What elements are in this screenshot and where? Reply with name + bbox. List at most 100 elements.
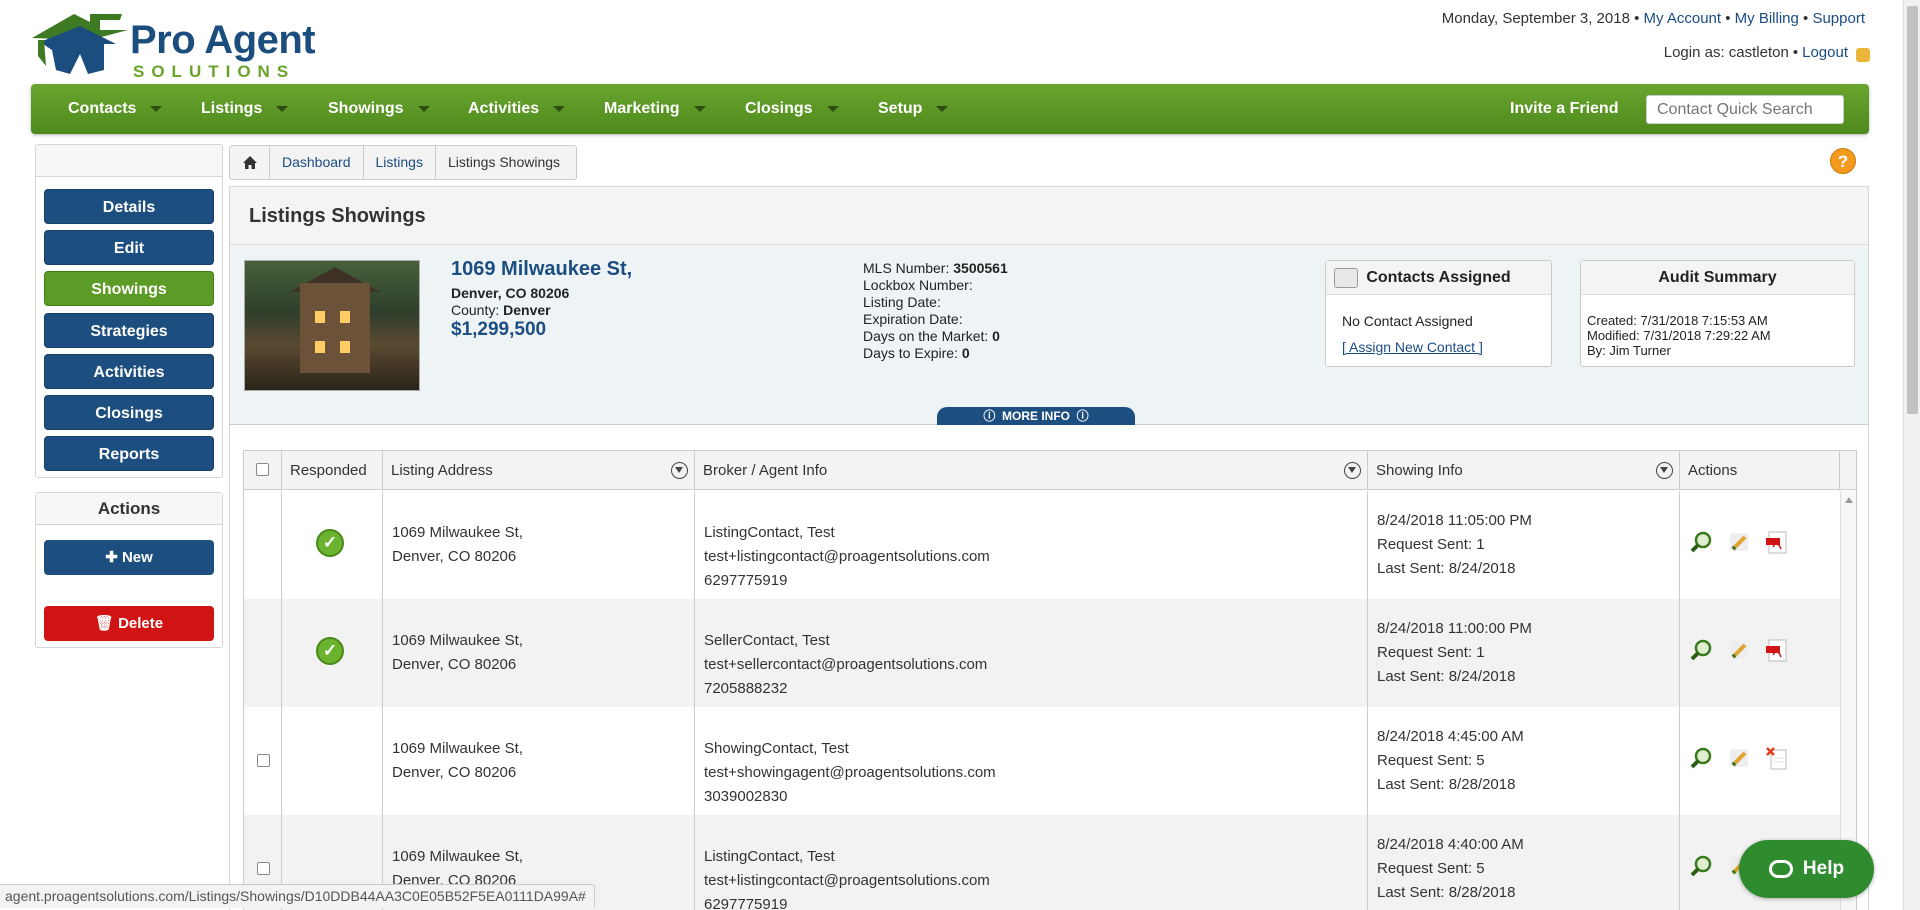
window-scrollbar[interactable]	[1903, 0, 1920, 910]
listing-sidebar: Details Edit Showings Strategies Activit…	[35, 144, 223, 478]
dte-label: Days to Expire:	[863, 345, 958, 361]
row-address-line1: 1069 Milwaukee St,	[392, 524, 523, 541]
nav-showings[interactable]: Showings	[328, 84, 430, 134]
filter-icon[interactable]	[1344, 462, 1361, 479]
logout-link[interactable]: Logout	[1802, 44, 1848, 61]
row-request-sent: Request Sent: 5	[1377, 860, 1485, 877]
col-showing-info-label: Showing Info	[1376, 462, 1463, 479]
main-panel: Listings Showings 1069 Milwaukee St, Den…	[229, 186, 1869, 910]
row-showing-time: 8/24/2018 11:00:00 PM	[1377, 620, 1532, 637]
pdf-document-icon[interactable]	[1764, 529, 1790, 555]
breadcrumb-current: Listings Showings	[447, 154, 561, 170]
dom-value: 0	[992, 328, 1000, 344]
mls-number: 3500561	[953, 260, 1008, 276]
edit-pencil-icon[interactable]	[1726, 637, 1752, 663]
logo[interactable]: Pro Agent SOLUTIONS	[30, 10, 350, 81]
col-broker-agent[interactable]: Broker / Agent Info	[695, 451, 1368, 490]
view-magnifier-icon[interactable]	[1688, 745, 1714, 771]
nav-setup[interactable]: Setup	[878, 84, 949, 134]
more-info-toggle[interactable]: ⓘ MORE INFO ⓘ	[937, 407, 1135, 425]
row-checkbox[interactable]	[257, 754, 270, 767]
caret-down-icon	[276, 105, 289, 112]
delete-button[interactable]: 🗑 Delete	[44, 606, 214, 641]
edit-pencil-icon[interactable]	[1726, 745, 1752, 771]
col-responded[interactable]: Responded	[282, 451, 383, 490]
nav-label: Activities	[468, 100, 540, 117]
row-address-line1: 1069 Milwaukee St,	[392, 848, 523, 865]
view-magnifier-icon[interactable]	[1688, 637, 1714, 663]
help-question-icon[interactable]: ?	[1830, 148, 1856, 174]
col-listing-address[interactable]: Listing Address	[383, 451, 695, 490]
assign-new-contact-link[interactable]: [ Assign New Contact ]	[1342, 339, 1535, 355]
view-magnifier-icon[interactable]	[1688, 529, 1714, 555]
filter-icon[interactable]	[671, 462, 688, 479]
login-line: Login as: castleton • Logout	[1664, 44, 1870, 62]
listing-address[interactable]: 1069 Milwaukee St,	[451, 258, 632, 281]
row-agent-email: test+listingcontact@proagentsolutions.co…	[704, 872, 990, 889]
invite-friend-link[interactable]: Invite a Friend	[1510, 84, 1618, 134]
col-showing-info[interactable]: Showing Info	[1368, 451, 1680, 490]
new-button[interactable]: ✚ New	[44, 540, 214, 575]
my-account-link[interactable]: My Account	[1644, 10, 1722, 27]
table-header: Responded Listing Address Broker / Agent…	[244, 451, 1856, 490]
table-row[interactable]: ✓ 1069 Milwaukee St, Denver, CO 80206 Selle…	[244, 599, 1841, 707]
row-address-line2: Denver, CO 80206	[392, 764, 517, 781]
table-row[interactable]: ✓ 1069 Milwaukee St, Denver, CO 80206 Listi…	[244, 491, 1841, 599]
filter-icon[interactable]	[1656, 462, 1673, 479]
edit-pencil-icon[interactable]	[1726, 529, 1752, 555]
help-chat-button[interactable]: Help	[1739, 840, 1874, 898]
breadcrumb-listings[interactable]: Listings	[364, 146, 436, 179]
support-link[interactable]: Support	[1812, 10, 1865, 27]
actions-title: Actions	[36, 493, 222, 525]
row-showing-time: 8/24/2018 4:45:00 AM	[1377, 728, 1524, 745]
nav-activities[interactable]: Activities	[468, 84, 566, 134]
document-delete-icon[interactable]	[1764, 745, 1790, 771]
no-contact-text: No Contact Assigned	[1342, 313, 1473, 329]
breadcrumb-dashboard[interactable]: Dashboard	[270, 146, 364, 179]
sidebar-item-reports[interactable]: Reports	[44, 436, 214, 471]
table-row[interactable]: 1069 Milwaukee St, Denver, CO 80206 Showin…	[244, 707, 1841, 815]
house-logo-icon	[32, 14, 128, 74]
more-info-label: MORE INFO	[1002, 409, 1070, 423]
listing-photo[interactable]	[244, 260, 420, 391]
caret-down-icon	[150, 105, 163, 112]
row-last-sent: Last Sent: 8/24/2018	[1377, 668, 1516, 685]
sidebar-item-strategies[interactable]: Strategies	[44, 313, 214, 348]
row-agent-email: test+sellercontact@proagentsolutions.com	[704, 656, 988, 673]
view-magnifier-icon[interactable]	[1688, 853, 1714, 879]
nav-contacts[interactable]: Contacts	[68, 84, 163, 134]
home-icon[interactable]	[230, 146, 270, 179]
row-request-sent: Request Sent: 1	[1377, 536, 1485, 553]
select-all-checkbox[interactable]	[256, 463, 269, 476]
sidebar-item-edit[interactable]: Edit	[44, 230, 214, 265]
contacts-card-title: Contacts Assigned	[1366, 269, 1511, 286]
row-agent-phone: 6297775919	[704, 896, 788, 910]
sidebar-item-details[interactable]: Details	[44, 189, 214, 224]
select-all-cell	[244, 451, 282, 490]
sidebar-item-closings[interactable]: Closings	[44, 395, 214, 430]
nav-closings[interactable]: Closings	[745, 84, 839, 134]
county-value: Denver	[503, 302, 551, 318]
my-billing-link[interactable]: My Billing	[1735, 10, 1799, 27]
nav-label: Setup	[878, 100, 923, 117]
row-checkbox[interactable]	[257, 862, 270, 875]
pdf-document-icon[interactable]	[1764, 637, 1790, 663]
col-actions: Actions	[1680, 451, 1840, 490]
page-title: Listings Showings	[230, 187, 1868, 245]
row-agent-phone: 7205888232	[704, 680, 788, 697]
contacts-assigned-card: Contacts Assigned No Contact Assigned [ …	[1325, 260, 1552, 367]
row-agent-name: ListingContact, Test	[704, 524, 835, 541]
sidebar-item-showings[interactable]: Showings	[44, 271, 214, 306]
nav-marketing[interactable]: Marketing	[604, 84, 706, 134]
chat-bubble-icon	[1768, 860, 1793, 878]
contact-quick-search-input[interactable]	[1646, 95, 1844, 124]
scrollbar-thumb[interactable]	[1907, 6, 1918, 414]
nav-label: Closings	[745, 100, 813, 117]
sidebar-item-activities[interactable]: Activities	[44, 354, 214, 389]
county-label: County:	[451, 302, 500, 318]
responded-cell: ✓	[282, 491, 383, 599]
nav-listings[interactable]: Listings	[201, 84, 289, 134]
listing-price: $1,299,500	[451, 319, 547, 340]
showing-cell: 8/24/2018 11:05:00 PM Request Sent: 1 Last…	[1368, 491, 1680, 599]
row-showing-time: 8/24/2018 11:05:00 PM	[1377, 512, 1532, 529]
